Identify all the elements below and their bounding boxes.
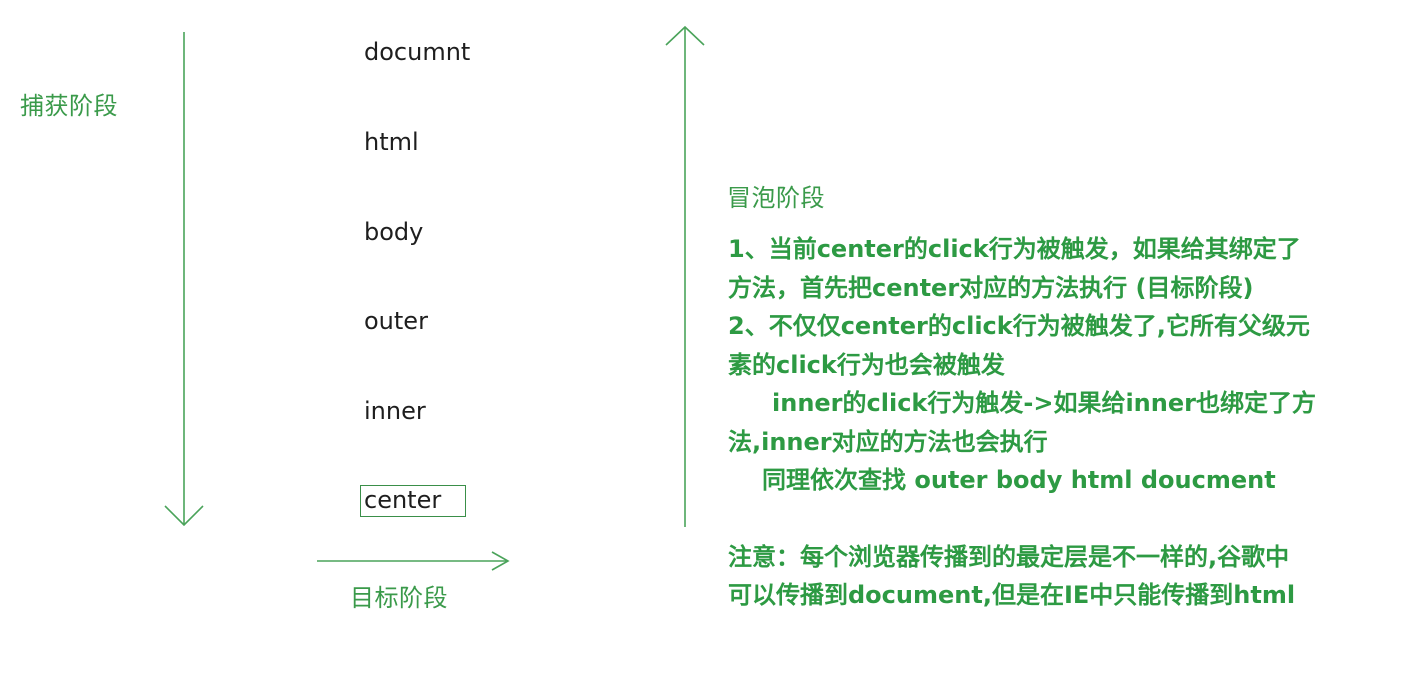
note-line-5: inner的click行为触发->如果给inner也绑定了方 [772,389,1316,417]
target-phase-label: 目标阶段 [350,584,448,612]
explanation-notes: 1、当前center的click行为被触发，如果给其绑定了 方法，首先把cent… [728,230,1388,615]
node-inner: inner [364,397,426,425]
node-document: documnt [364,38,471,66]
node-outer: outer [364,307,428,335]
node-center-box: center [360,485,466,517]
bubble-phase-label: 冒泡阶段 [727,184,825,212]
node-html: html [364,128,419,156]
bubble-arrow [665,25,705,527]
capture-phase-label: 捕获阶段 [20,92,118,120]
event-flow-diagram: 捕获阶段 冒泡阶段 目标阶段 documnt html body outer i… [0,0,1413,678]
capture-arrow [164,32,204,527]
note-line-8: 注意：每个浏览器传播到的最定层是不一样的,谷歌中 [728,542,1290,571]
target-arrow [317,551,510,571]
node-body: body [364,218,424,246]
note-line-3: 2、不仅仅center的click行为被触发了,它所有父级元 [728,312,1310,340]
note-line-2: 方法，首先把center对应的方法执行 (目标阶段) [728,273,1254,302]
note-line-7: 同理依次查找 outer body html doucment [762,466,1276,494]
note-line-9: 可以传播到document,但是在IE中只能传播到html [728,581,1296,609]
note-spacer [728,500,1388,538]
note-line-1: 1、当前center的click行为被触发，如果给其绑定了 [728,235,1301,263]
note-line-4: 素的click行为也会被触发 [728,350,1005,379]
note-line-6: 法,inner对应的方法也会执行 [728,427,1048,456]
